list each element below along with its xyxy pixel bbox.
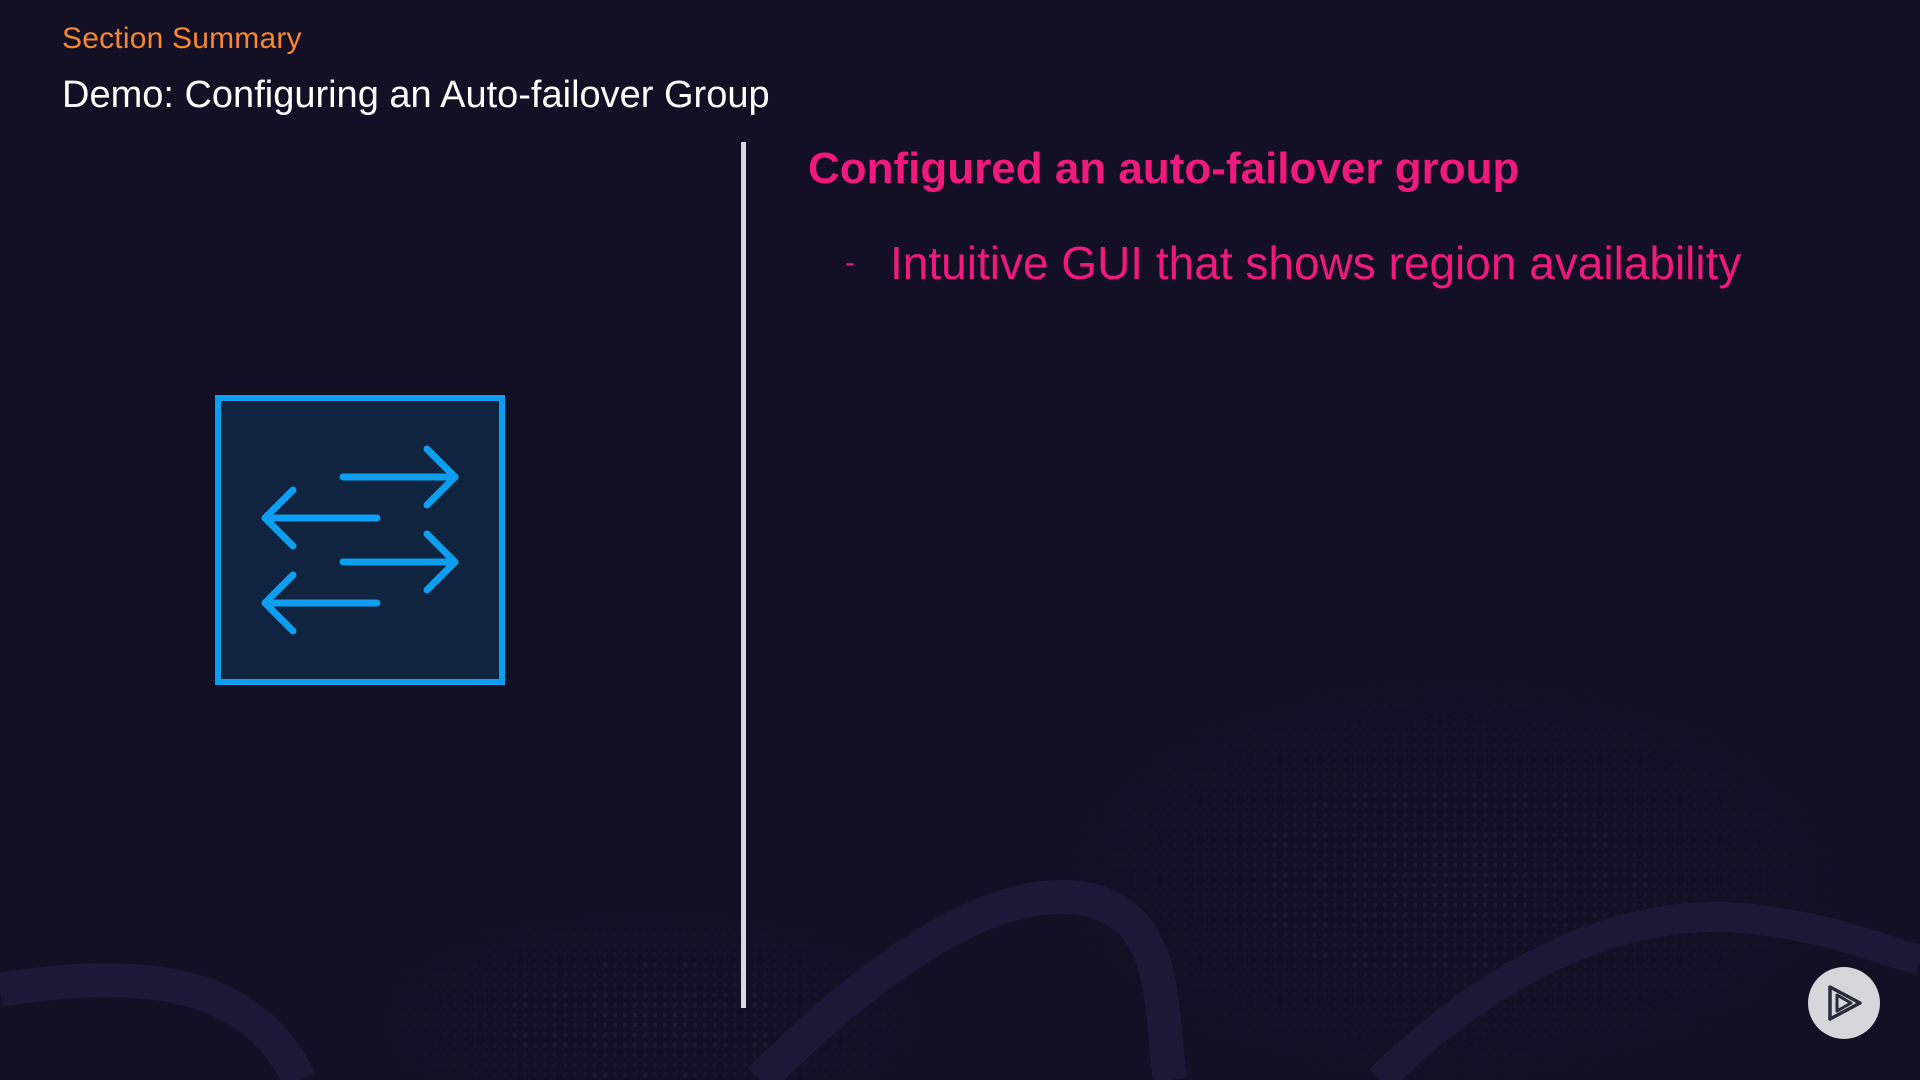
bullet-item: - Intuitive GUI that shows region availa… xyxy=(845,236,1741,290)
section-label: Section Summary xyxy=(62,22,302,55)
summary-heading: Configured an auto-failover group xyxy=(808,144,1520,193)
vertical-divider xyxy=(741,142,746,1008)
play-logo-icon xyxy=(1808,967,1880,1039)
bullet-text: Intuitive GUI that shows region availabi… xyxy=(890,237,1742,289)
bullet-marker: - xyxy=(845,246,855,279)
slide: Section Summary Demo: Configuring an Aut… xyxy=(0,0,1920,1080)
section-title: Demo: Configuring an Auto-failover Group xyxy=(62,74,770,116)
bidirectional-arrows-icon xyxy=(215,395,505,685)
